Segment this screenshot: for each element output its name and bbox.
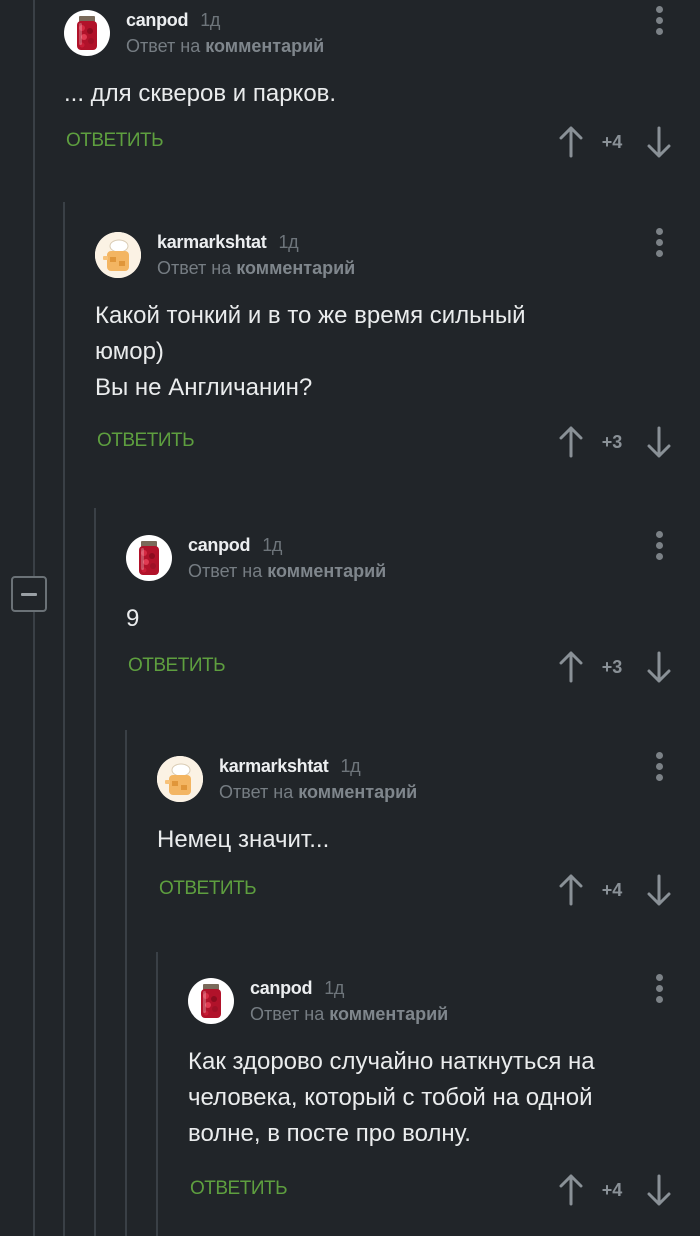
reply-to-link[interactable]: комментарий (236, 258, 355, 278)
reply-to-text: Ответ на комментарий (188, 561, 386, 582)
comment-2: karmarkshtat 1д Ответ на комментарий Како… (95, 228, 700, 462)
thread-line-4[interactable] (125, 730, 127, 1236)
vote-control: +3 (558, 647, 672, 687)
upvote-arrow-icon[interactable] (558, 426, 584, 458)
comment-footer: ОТВЕТИТЬ +4 (64, 122, 700, 162)
more-options-icon[interactable] (652, 531, 666, 561)
comment-line: Какой тонкий и в то же время сильный (95, 302, 526, 329)
comment-header: canpod 1д Ответ на комментарий (188, 974, 700, 1030)
username[interactable]: canpod (250, 978, 313, 998)
username[interactable]: karmarkshtat (219, 756, 329, 776)
comment-1: canpod 1д Ответ на комментарий ... для ск… (64, 6, 700, 162)
upvote-arrow-icon[interactable] (558, 126, 584, 158)
vote-score: +4 (601, 880, 623, 900)
comment-3: canpod 1д Ответ на комментарий 9 ОТВЕТИТЬ… (126, 531, 700, 687)
comment-footer: ОТВЕТИТЬ +3 (126, 647, 700, 687)
downvote-arrow-icon[interactable] (646, 874, 672, 906)
comment-line: Вы не Англичанин? (95, 374, 313, 401)
reply-button[interactable]: ОТВЕТИТЬ (128, 655, 226, 677)
downvote-arrow-icon[interactable] (646, 651, 672, 683)
downvote-arrow-icon[interactable] (646, 126, 672, 158)
comment-time: 1д (200, 10, 221, 30)
thread-line-5[interactable] (156, 952, 158, 1236)
reply-to-prefix: Ответ на (188, 561, 263, 581)
downvote-arrow-icon[interactable] (646, 1174, 672, 1206)
comment-header: canpod 1д Ответ на комментарий (64, 6, 700, 62)
user-avatar[interactable] (95, 232, 141, 278)
reply-to-prefix: Ответ на (250, 1004, 325, 1024)
thread-line-1[interactable] (33, 0, 35, 1236)
user-avatar[interactable] (188, 978, 234, 1024)
vote-score: +4 (601, 1180, 623, 1200)
comment-time: 1д (324, 978, 345, 998)
vote-score: +4 (601, 132, 623, 152)
vote-control: +4 (558, 122, 672, 162)
username[interactable]: karmarkshtat (157, 232, 267, 252)
comment-4: karmarkshtat 1д Ответ на комментарий Неме… (157, 752, 700, 910)
comment-line: юмор) (95, 338, 164, 365)
comment-line: ... для скверов и парков. (64, 80, 337, 107)
comment-time: 1д (262, 535, 283, 555)
comment-header: canpod 1д Ответ на комментарий (126, 531, 700, 587)
comment-header: karmarkshtat 1д Ответ на комментарий (157, 752, 700, 808)
comment-line: человека, который с тобой на одной (188, 1084, 593, 1111)
thread-line-2[interactable] (63, 202, 65, 1236)
username[interactable]: canpod (188, 535, 251, 555)
comment-line: 9 (126, 605, 140, 632)
comment-footer: ОТВЕТИТЬ +3 (95, 422, 700, 462)
comment-line: Как здорово случайно наткнуться на (188, 1048, 595, 1075)
vote-score: +3 (601, 657, 623, 677)
reply-button[interactable]: ОТВЕТИТЬ (159, 878, 257, 900)
collapse-thread-button[interactable] (11, 576, 47, 612)
user-avatar[interactable] (126, 535, 172, 581)
reply-to-link[interactable]: комментарий (298, 782, 417, 802)
upvote-arrow-icon[interactable] (558, 874, 584, 906)
reply-to-text: Ответ на комментарий (126, 36, 324, 57)
collapse-icon (21, 592, 37, 596)
vote-control: +4 (558, 870, 672, 910)
comment-5: canpod 1д Ответ на комментарий Как здоров… (188, 974, 700, 1210)
username[interactable]: canpod (126, 10, 189, 30)
reply-button[interactable]: ОТВЕТИТЬ (97, 430, 195, 452)
comment-line: Немец значит... (157, 826, 330, 853)
reply-to-link[interactable]: комментарий (267, 561, 386, 581)
comment-time: 1д (340, 756, 361, 776)
comment-text: Как здорово случайно наткнуться на челов… (188, 1044, 700, 1152)
upvote-arrow-icon[interactable] (558, 1174, 584, 1206)
reply-button[interactable]: ОТВЕТИТЬ (190, 1178, 288, 1200)
reply-to-link[interactable]: комментарий (205, 36, 324, 56)
user-avatar[interactable] (157, 756, 203, 802)
reply-to-prefix: Ответ на (157, 258, 232, 278)
more-options-icon[interactable] (652, 228, 666, 258)
thread-line-3[interactable] (94, 508, 96, 1236)
comment-footer: ОТВЕТИТЬ +4 (188, 1170, 700, 1210)
comment-time: 1д (278, 232, 299, 252)
reply-to-prefix: Ответ на (219, 782, 294, 802)
reply-to-text: Ответ на комментарий (219, 782, 417, 803)
reply-to-prefix: Ответ на (126, 36, 201, 56)
reply-to-link[interactable]: комментарий (329, 1004, 448, 1024)
user-avatar[interactable] (64, 10, 110, 56)
more-options-icon[interactable] (652, 752, 666, 782)
downvote-arrow-icon[interactable] (646, 426, 672, 458)
comment-text: Какой тонкий и в то же время сильный юмо… (95, 298, 700, 406)
more-options-icon[interactable] (652, 6, 666, 36)
upvote-arrow-icon[interactable] (558, 651, 584, 683)
reply-button[interactable]: ОТВЕТИТЬ (66, 130, 164, 152)
comment-text: 9 (126, 601, 700, 637)
vote-control: +3 (558, 422, 672, 462)
comment-text: ... для скверов и парков. (64, 76, 700, 112)
comment-line: волне, в посте про волну. (188, 1120, 471, 1147)
reply-to-text: Ответ на комментарий (157, 258, 355, 279)
vote-control: +4 (558, 1170, 672, 1210)
comment-footer: ОТВЕТИТЬ +4 (157, 870, 700, 910)
comment-text: Немец значит... (157, 822, 700, 858)
comment-header: karmarkshtat 1д Ответ на комментарий (95, 228, 700, 284)
more-options-icon[interactable] (652, 974, 666, 1004)
reply-to-text: Ответ на комментарий (250, 1004, 448, 1025)
vote-score: +3 (601, 432, 623, 452)
